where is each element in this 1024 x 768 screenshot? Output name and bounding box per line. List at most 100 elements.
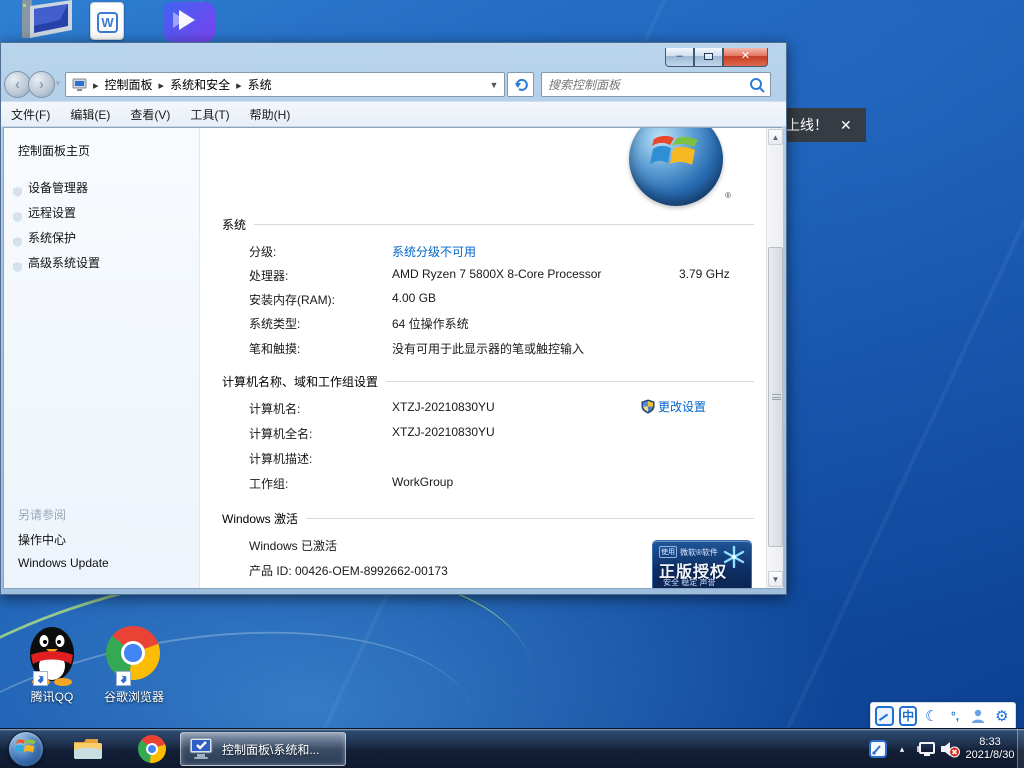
workgroup-label: 工作组: [249, 475, 288, 492]
uac-shield-icon [12, 186, 23, 198]
desktop-icon-computer[interactable] [20, 0, 76, 40]
system-window-icon [189, 737, 215, 761]
rating-link[interactable]: 系统分级不可用 [392, 243, 476, 260]
sidebar-item-control-panel-home[interactable]: 控制面板主页 [18, 142, 90, 159]
computer-fullname-label: 计算机全名: [249, 425, 312, 442]
start-windows-flag-icon [15, 739, 37, 759]
tray-volume-muted-icon[interactable] [938, 729, 962, 768]
window-body: 控制面板主页 设备管理器 远程设置 系统保护 高级系统设置 另请参阅 操作中心 … [3, 127, 782, 589]
ime-punctuation-icon[interactable]: °, [946, 706, 964, 726]
explorer-folder-icon [72, 736, 104, 762]
uac-shield-icon [12, 211, 23, 223]
sidebar-item-advanced-system-settings[interactable]: 高级系统设置 [28, 254, 100, 271]
show-desktop-button[interactable] [1017, 729, 1024, 768]
sidebar-item-system-protection[interactable]: 系统保护 [28, 229, 76, 246]
taskbar-explorer-button[interactable] [68, 733, 108, 765]
minimize-button[interactable]: – [665, 48, 694, 67]
ime-toolbar[interactable]: 中 ☾ °, ⚙ [870, 702, 1016, 730]
breadcrumb-system[interactable]: 系统 [244, 76, 276, 93]
system-type-value: 64 位操作系统 [392, 315, 469, 332]
address-dropdown-icon[interactable]: ▼ [486, 80, 502, 90]
search-icon[interactable] [748, 76, 766, 94]
computer-name-value: XTZJ-20210830YU [392, 400, 495, 414]
ime-user-icon[interactable] [969, 706, 987, 726]
sidebar-see-also-header: 另请参阅 [18, 506, 66, 523]
uac-shield-icon [12, 236, 23, 248]
desktop-icon-document[interactable]: W [90, 2, 124, 40]
breadcrumb-system-security[interactable]: 系统和安全 [166, 76, 234, 93]
content-pane: ® 系统 分级: 系统分级不可用 处理器: AMD Ryzen 7 5800X … [201, 128, 767, 588]
scrollbar-thumb[interactable] [768, 247, 783, 547]
shortcut-label: 谷歌浏览器 [92, 688, 176, 705]
menu-file[interactable]: 文件(F) [11, 106, 50, 123]
search-input[interactable] [542, 78, 748, 92]
cpu-value: AMD Ryzen 7 5800X 8-Core Processor [392, 267, 601, 281]
desktop: W 新上线！ ✕ – ✕ ‹ › ▼ 控制面板 [0, 0, 1024, 768]
pen-touch-value: 没有可用于此显示器的笔或触控输入 [392, 340, 584, 357]
window-controls: – ✕ [665, 48, 768, 67]
qq-icon [23, 624, 81, 686]
forward-button[interactable]: › [28, 71, 55, 98]
change-settings-link[interactable]: 更改设置 [641, 398, 706, 415]
chrome-icon [106, 626, 160, 680]
breadcrumb-separator-icon [157, 78, 167, 92]
ram-label: 安装内存(RAM): [249, 291, 335, 308]
ime-chinese-mode-button[interactable]: 中 [899, 706, 918, 726]
product-id: 产品 ID: 00426-OEM-8992662-00173 [249, 562, 448, 579]
video-app-icon [163, 2, 215, 42]
sidebar-item-action-center[interactable]: 操作中心 [18, 531, 66, 548]
menu-view[interactable]: 查看(V) [130, 106, 170, 123]
tray-expand-icon[interactable]: ▴ [890, 729, 914, 768]
scroll-down-icon[interactable]: ▼ [768, 571, 783, 587]
search-box[interactable] [541, 72, 771, 97]
workgroup-value: WorkGroup [392, 475, 453, 489]
ime-fullwidth-moon-icon[interactable]: ☾ [922, 706, 940, 726]
ime-settings-gear-icon[interactable]: ⚙ [993, 706, 1011, 726]
scroll-up-icon[interactable]: ▲ [768, 129, 783, 145]
menu-tools[interactable]: 工具(T) [190, 106, 229, 123]
activation-status: Windows 已激活 [249, 537, 337, 554]
computer-name-label: 计算机名: [249, 400, 300, 417]
taskbar-active-task-control-panel[interactable]: 控制面板\系统和... [180, 732, 346, 766]
start-button[interactable] [8, 731, 44, 767]
close-button[interactable]: ✕ [723, 48, 768, 67]
refresh-icon [513, 77, 529, 93]
tray-ime-icon[interactable] [866, 729, 890, 768]
uac-shield-icon [641, 399, 655, 414]
tray-network-icon[interactable] [914, 729, 938, 768]
computer-small-icon [72, 78, 88, 92]
ime-logo-icon[interactable] [875, 706, 894, 726]
section-system: 系统 [222, 216, 754, 233]
menu-bar: 文件(F) 编辑(E) 查看(V) 工具(T) 帮助(H) [1, 101, 786, 127]
computer-fullname-value: XTZJ-20210830YU [392, 425, 495, 439]
sidebar-item-device-manager[interactable]: 设备管理器 [28, 179, 88, 196]
taskbar-chrome-button[interactable] [132, 733, 172, 765]
maximize-button[interactable] [694, 48, 723, 67]
recent-pages-chevron-icon[interactable]: ▼ [54, 79, 62, 88]
system-tray: ▴ 8:33 2021/8/30 [866, 729, 1024, 768]
desktop-icon-video-app[interactable] [163, 2, 215, 42]
uac-shield-icon [12, 261, 23, 273]
sidebar-item-remote-settings[interactable]: 远程设置 [28, 204, 76, 221]
breadcrumb-control-panel[interactable]: 控制面板 [101, 76, 157, 93]
genuine-software-badge: 使用 微软®软件 正版授权 安全 稳定 声誉 [652, 540, 752, 588]
menu-edit[interactable]: 编辑(E) [70, 106, 110, 123]
back-button[interactable]: ‹ [4, 71, 31, 98]
document-icon: W [90, 2, 124, 40]
desktop-shortcut-qq[interactable]: 腾讯QQ [10, 624, 94, 705]
shortcut-arrow-icon [33, 671, 48, 686]
menu-help[interactable]: 帮助(H) [250, 106, 291, 123]
pen-touch-label: 笔和触摸: [249, 340, 300, 357]
address-bar[interactable]: 控制面板 系统和安全 系统 ▼ [65, 72, 505, 97]
rating-label: 分级: [249, 243, 276, 260]
desktop-shortcut-chrome[interactable]: 谷歌浏览器 [92, 626, 176, 705]
task-button-label: 控制面板\系统和... [222, 741, 319, 758]
toast-close-icon[interactable]: ✕ [840, 117, 852, 134]
sidebar-item-windows-update[interactable]: Windows Update [18, 556, 109, 570]
vertical-scrollbar[interactable]: ▲ ▼ [766, 128, 783, 588]
refresh-button[interactable] [507, 72, 534, 97]
shortcut-label: 腾讯QQ [10, 688, 94, 705]
tray-clock[interactable]: 8:33 2021/8/30 [962, 736, 1024, 762]
sidebar: 控制面板主页 设备管理器 远程设置 系统保护 高级系统设置 另请参阅 操作中心 … [4, 128, 200, 588]
cpu-label: 处理器: [249, 267, 288, 284]
